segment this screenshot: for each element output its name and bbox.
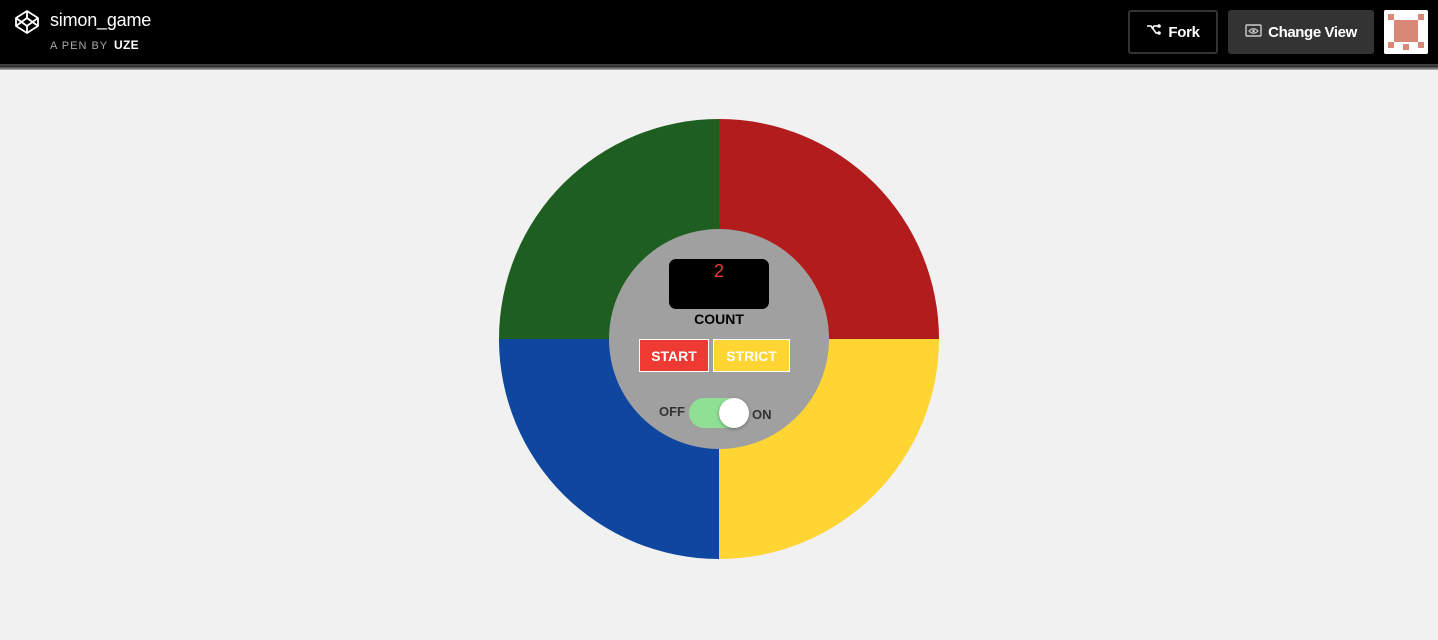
power-on-label: ON <box>752 407 772 422</box>
pen-byline: A PEN BY UZE <box>50 38 139 52</box>
count-label: COUNT <box>694 311 744 327</box>
fork-label: Fork <box>1168 23 1200 41</box>
eye-window-icon <box>1245 23 1262 41</box>
start-button[interactable]: START <box>639 339 709 372</box>
codepen-logo-icon[interactable] <box>14 9 40 35</box>
pen-header: simon_game A PEN BY UZE Fork Change View <box>0 0 1438 66</box>
fork-button[interactable]: Fork <box>1128 10 1218 54</box>
power-off-label: OFF <box>659 404 685 419</box>
fork-icon <box>1146 23 1162 41</box>
power-toggle-knob[interactable] <box>719 398 749 428</box>
header-divider <box>0 64 1438 70</box>
count-display: 2 <box>669 259 769 309</box>
pen-by-prefix: A PEN BY <box>50 40 108 52</box>
strict-button[interactable]: STRICT <box>713 339 790 372</box>
change-view-label: Change View <box>1268 23 1357 41</box>
change-view-button[interactable]: Change View <box>1228 10 1374 54</box>
pen-author-link[interactable]: UZE <box>114 38 139 52</box>
user-avatar-icon[interactable] <box>1384 10 1428 54</box>
pen-title[interactable]: simon_game <box>50 10 151 31</box>
